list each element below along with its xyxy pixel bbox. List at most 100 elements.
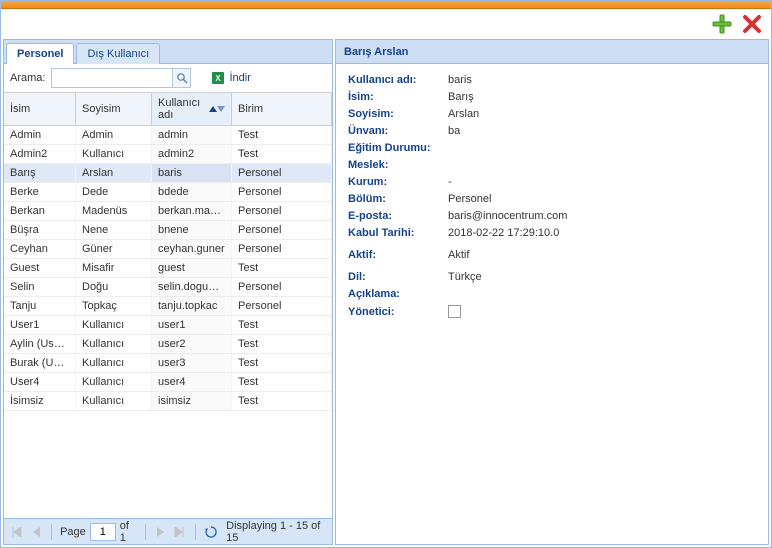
lbl-kullanici: Kullanıcı adı: bbox=[348, 74, 448, 86]
cell-kullanici: admin2 bbox=[152, 145, 232, 163]
tab-personel[interactable]: Personel bbox=[6, 43, 74, 64]
cell-birim: Personel bbox=[232, 164, 332, 182]
table-row[interactable]: TanjuTopkaçtanju.topkacPersonel bbox=[4, 297, 332, 316]
cell-birim: Personel bbox=[232, 240, 332, 258]
pager-next-icon[interactable] bbox=[153, 524, 168, 540]
search-input[interactable] bbox=[52, 69, 172, 87]
search-icon[interactable] bbox=[172, 69, 190, 87]
col-header-soyisim[interactable]: Soyisim bbox=[76, 93, 152, 125]
cell-isim: İsimsiz bbox=[4, 392, 76, 410]
cell-birim: Test bbox=[232, 126, 332, 144]
cell-soyisim: Nene bbox=[76, 221, 152, 239]
tab-dis-kullanici[interactable]: Dış Kullanıcı bbox=[76, 43, 160, 64]
cell-soyisim: Madenüs bbox=[76, 202, 152, 220]
cell-birim: Test bbox=[232, 335, 332, 353]
lbl-bolum: Bölüm: bbox=[348, 193, 448, 205]
cell-isim: Ceyhan bbox=[4, 240, 76, 258]
download-label: İndir bbox=[229, 72, 250, 84]
table-row[interactable]: Burak (User3)Kullanıcıuser3Test bbox=[4, 354, 332, 373]
detail-body: Kullanıcı adı:baris İsim:Barış Soyisim:A… bbox=[336, 64, 768, 333]
pager-prev-icon[interactable] bbox=[29, 524, 44, 540]
cell-soyisim: Kullanıcı bbox=[76, 373, 152, 391]
lbl-meslek: Meslek: bbox=[348, 159, 448, 171]
cell-isim: Guest bbox=[4, 259, 76, 277]
col-header-isim[interactable]: İsim bbox=[4, 93, 76, 125]
col-header-birim[interactable]: Birim bbox=[232, 93, 332, 125]
table-row[interactable]: BerkanMadenüsberkan.madenusPersonel bbox=[4, 202, 332, 221]
cell-isim: Selin bbox=[4, 278, 76, 296]
cell-kullanici: bnene bbox=[152, 221, 232, 239]
window-titlebar bbox=[1, 1, 771, 9]
cell-birim: Test bbox=[232, 354, 332, 372]
table-row[interactable]: SelinDoğuselin.dogu@odt…Personel bbox=[4, 278, 332, 297]
cell-birim: Personel bbox=[232, 183, 332, 201]
tab-strip: Personel Dış Kullanıcı bbox=[4, 40, 332, 64]
cell-soyisim: Admin bbox=[76, 126, 152, 144]
cell-kullanici: admin bbox=[152, 126, 232, 144]
pager-page-label: Page bbox=[60, 526, 86, 538]
lbl-unvan: Ünvanı: bbox=[348, 125, 448, 137]
col-header-kullanici[interactable]: Kullanıcı adı bbox=[152, 93, 232, 125]
cell-birim: Test bbox=[232, 392, 332, 410]
add-icon[interactable] bbox=[711, 13, 733, 35]
cell-kullanici: user1 bbox=[152, 316, 232, 334]
table-row[interactable]: GuestMisafirguestTest bbox=[4, 259, 332, 278]
cell-isim: Berkan bbox=[4, 202, 76, 220]
table-row[interactable]: İsimsizKullanıcıisimsizTest bbox=[4, 392, 332, 411]
table-row[interactable]: User1Kullanıcıuser1Test bbox=[4, 316, 332, 335]
table-row[interactable]: BüşraNenebnenePersonel bbox=[4, 221, 332, 240]
table-row[interactable]: BerkeDedebdedePersonel bbox=[4, 183, 332, 202]
cell-isim: User1 bbox=[4, 316, 76, 334]
cell-kullanici: guest bbox=[152, 259, 232, 277]
close-icon[interactable] bbox=[741, 13, 763, 35]
cell-kullanici: bdede bbox=[152, 183, 232, 201]
pager-first-icon[interactable] bbox=[10, 524, 25, 540]
cell-soyisim: Dede bbox=[76, 183, 152, 201]
cell-birim: Test bbox=[232, 259, 332, 277]
lbl-kabul: Kabul Tarihi: bbox=[348, 227, 448, 239]
sort-asc-icon bbox=[209, 106, 217, 112]
val-isim: Barış bbox=[448, 91, 474, 103]
table-row[interactable]: AdminAdminadminTest bbox=[4, 126, 332, 145]
cell-isim: Admin bbox=[4, 126, 76, 144]
cell-kullanici: user4 bbox=[152, 373, 232, 391]
cell-birim: Personel bbox=[232, 221, 332, 239]
table-row[interactable]: Aylin (User2)Kullanıcıuser2Test bbox=[4, 335, 332, 354]
table-row[interactable]: CeyhanGünerceyhan.gunerPersonel bbox=[4, 240, 332, 259]
cell-soyisim: Doğu bbox=[76, 278, 152, 296]
yonetici-checkbox[interactable] bbox=[448, 305, 461, 318]
val-unvan: ba bbox=[448, 125, 460, 137]
svg-text:X: X bbox=[216, 74, 222, 83]
lbl-dil: Dil: bbox=[348, 271, 448, 283]
cell-birim: Personel bbox=[232, 297, 332, 315]
search-label: Arama: bbox=[10, 72, 45, 84]
pager-refresh-icon[interactable] bbox=[204, 524, 219, 540]
table-row[interactable]: User4Kullanıcıuser4Test bbox=[4, 373, 332, 392]
pager-last-icon[interactable] bbox=[172, 524, 187, 540]
cell-soyisim: Kullanıcı bbox=[76, 316, 152, 334]
download-link[interactable]: X İndir bbox=[211, 71, 250, 85]
lbl-yonetici: Yönetici: bbox=[348, 306, 448, 318]
cell-isim: Tanju bbox=[4, 297, 76, 315]
lbl-egitim: Eğitim Durumu: bbox=[348, 142, 448, 154]
val-eposta: baris@innocentrum.com bbox=[448, 210, 567, 222]
cell-birim: Test bbox=[232, 316, 332, 334]
cell-isim: Admin2 bbox=[4, 145, 76, 163]
cell-soyisim: Kullanıcı bbox=[76, 392, 152, 410]
grid-body: AdminAdminadminTestAdmin2Kullanıcıadmin2… bbox=[4, 126, 332, 518]
cell-birim: Personel bbox=[232, 202, 332, 220]
cell-kullanici: user3 bbox=[152, 354, 232, 372]
cell-kullanici: baris bbox=[152, 164, 232, 182]
val-kullanici: baris bbox=[448, 74, 472, 86]
user-list-panel: Personel Dış Kullanıcı Arama: X İndir bbox=[3, 39, 333, 545]
cell-isim: Burak (User3) bbox=[4, 354, 76, 372]
chevron-down-icon[interactable] bbox=[217, 106, 225, 112]
pager-page-input[interactable] bbox=[90, 523, 116, 541]
table-row[interactable]: BarışArslanbarisPersonel bbox=[4, 164, 332, 183]
val-kabul: 2018-02-22 17:29:10.0 bbox=[448, 227, 559, 239]
cell-birim: Personel bbox=[232, 278, 332, 296]
val-dil: Türkçe bbox=[448, 271, 482, 283]
lbl-kurum: Kurum: bbox=[348, 176, 448, 188]
cell-kullanici: berkan.madenus bbox=[152, 202, 232, 220]
table-row[interactable]: Admin2Kullanıcıadmin2Test bbox=[4, 145, 332, 164]
